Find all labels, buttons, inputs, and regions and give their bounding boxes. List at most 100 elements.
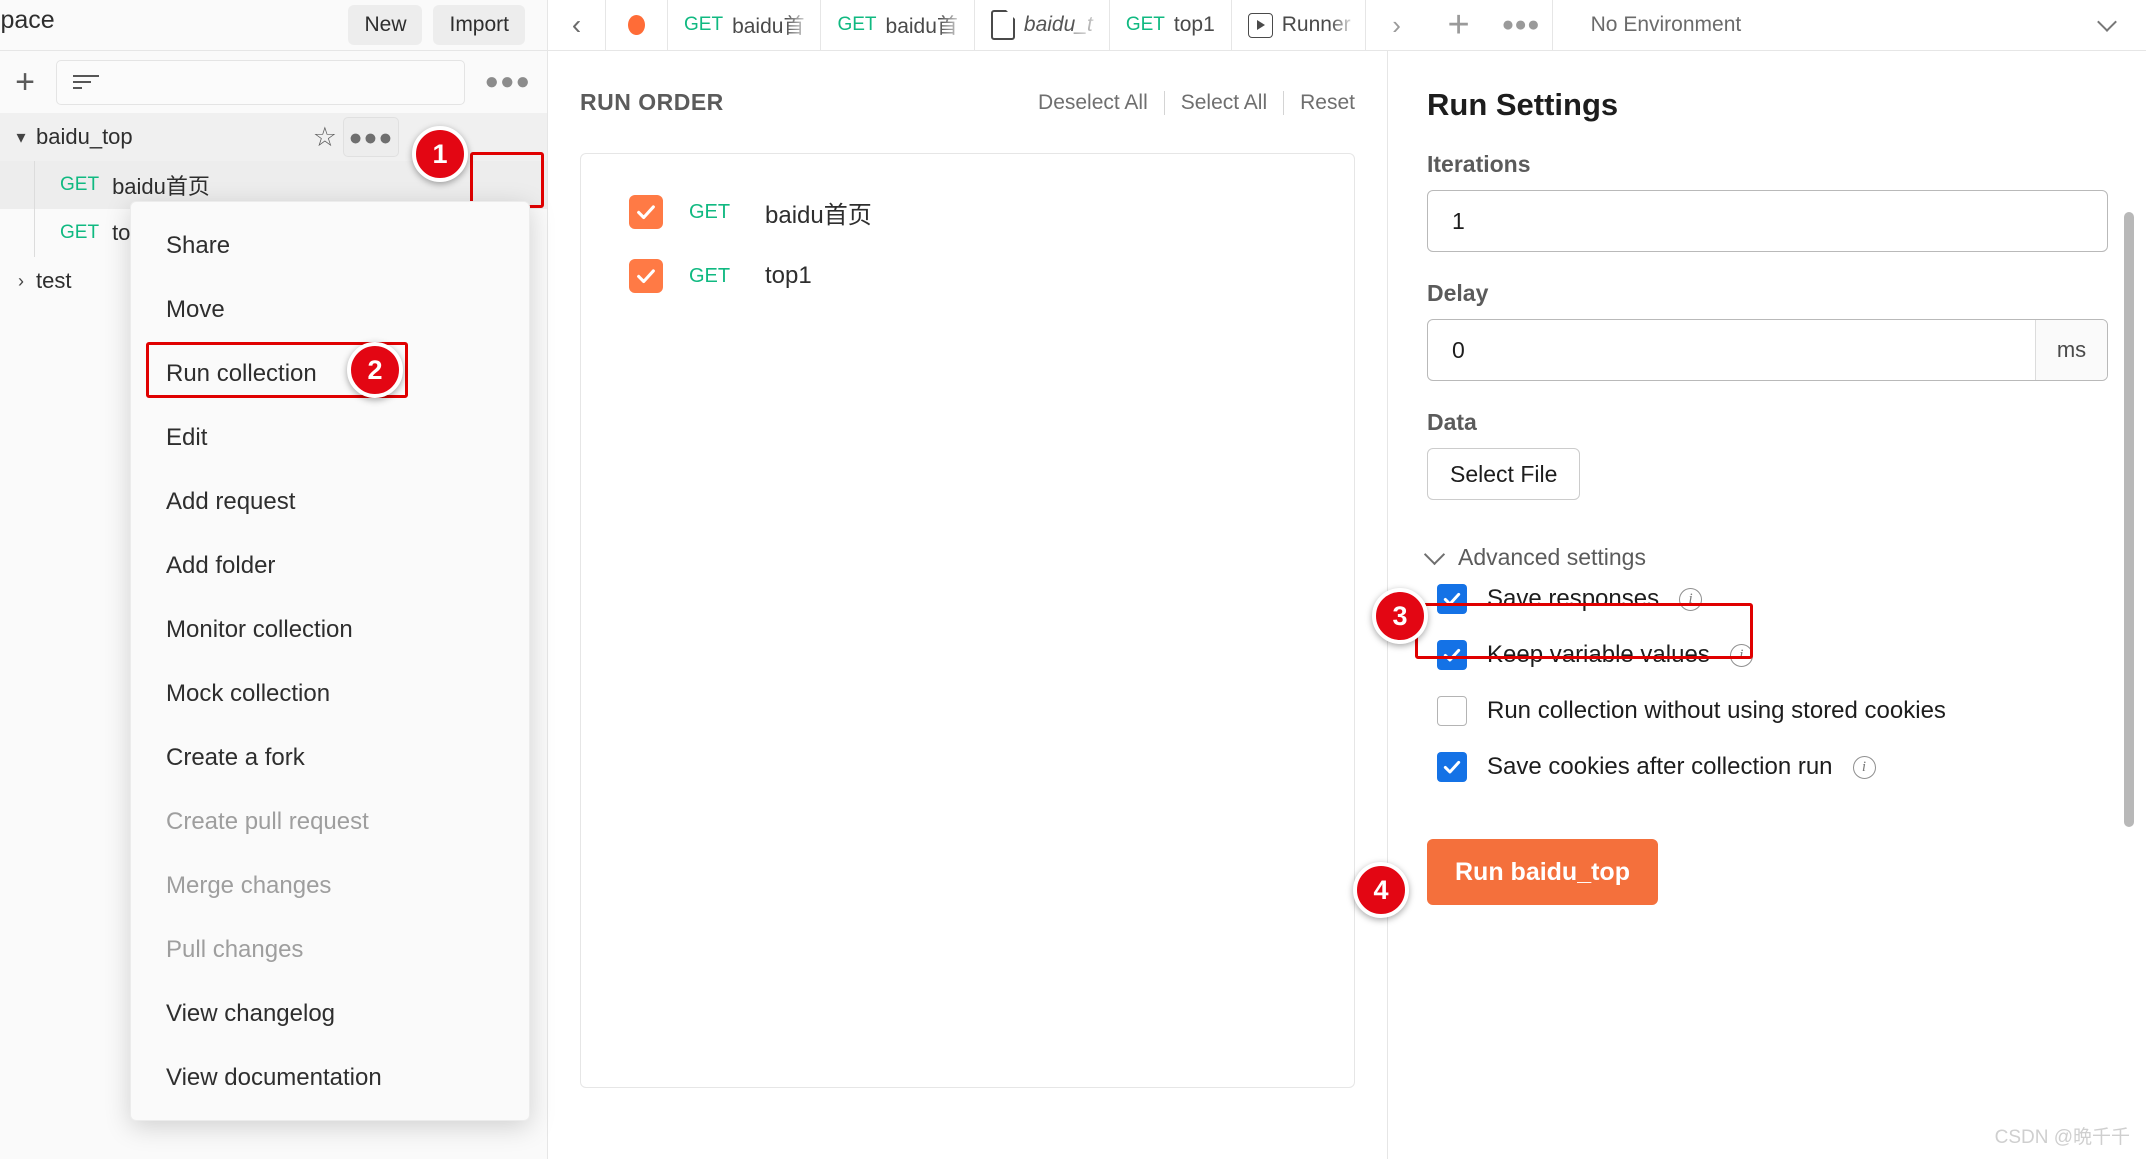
option-label: Save responses [1487,585,1660,612]
menu-item-mock-collection[interactable]: Mock collection [131,662,529,726]
delay-value: 0 [1452,336,1465,363]
option-keep-variable-values[interactable]: Keep variable values i [1427,627,2108,683]
step-badge-3: 3 [1372,588,1428,644]
menu-item-view-changelog[interactable]: View changelog [131,982,529,1046]
run-order-header: RUN ORDER Deselect All Select All Reset [548,51,1387,116]
menu-item-edit[interactable]: Edit [131,406,529,470]
tab-bar: ‹ GET baidu首 GET baidu首 baidu_t GET top1 [548,0,2146,51]
menu-item-merge-changes: Merge changes [166,872,332,899]
filter-input[interactable] [56,59,465,105]
option-label: Save cookies after collection run [1487,753,1833,780]
sidebar-filter-bar: + ●●● [0,51,547,113]
tab-top1[interactable]: GET top1 [1110,0,1232,50]
checkbox-checked-icon[interactable] [629,195,663,229]
advanced-settings-toggle[interactable]: Advanced settings [1423,543,2108,571]
tab-label: Runner [1281,13,1351,36]
star-icon[interactable]: ☆ [313,123,337,151]
chevron-down-icon[interactable]: ▾ [6,127,36,148]
tab-runner[interactable]: Runner [1232,0,1366,50]
delay-label: Delay [1427,280,1489,306]
select-file-button[interactable]: Select File [1427,448,1581,500]
checkbox-unchecked-icon[interactable] [1437,696,1467,726]
advanced-settings-label: Advanced settings [1458,544,1646,570]
info-icon[interactable]: i [1679,587,1703,611]
iterations-label: Iterations [1427,151,1531,177]
sidebar-item-label: baidu_top [36,124,133,149]
tab-bar-actions: › + ●●● [1366,0,1553,50]
checkbox-checked-icon[interactable] [1437,752,1467,782]
run-order-item[interactable]: GET top1 [581,244,1354,308]
option-run-without-stored-cookies[interactable]: Run collection without using stored cook… [1427,683,2108,739]
iterations-input[interactable]: 1 [1427,190,2108,252]
new-button[interactable]: New [348,5,423,45]
sidebar-item-label: test [36,268,72,293]
menu-item-pull-changes: Pull changes [166,936,304,963]
request-name-label: top1 [765,262,812,289]
run-order-item[interactable]: GET baidu首页 [581,180,1354,244]
info-icon[interactable]: i [1729,643,1753,667]
tree-indent-line [34,209,35,257]
menu-item-add-folder[interactable]: Add folder [131,534,529,598]
info-icon[interactable]: i [1852,755,1876,779]
tab-baidu-top-collection[interactable]: baidu_t [975,0,1110,50]
tab-label: baidu首 [885,15,958,38]
delay-input[interactable]: 0 ms [1427,319,2108,381]
http-method-label: GET [837,14,877,35]
collection-context-menu: Share Move Run collection Edit Add reque… [130,201,530,1121]
file-icon [990,10,1015,40]
menu-item-share[interactable]: Share [131,214,529,278]
iterations-value: 1 [1452,207,1465,234]
workspace-title: space [0,6,55,34]
divider [1283,90,1285,115]
http-method-label: GET [684,14,724,35]
new-tab-plus-icon[interactable]: + [1428,0,1490,51]
option-label: Run collection without using stored cook… [1487,697,1946,724]
menu-item-add-request[interactable]: Add request [131,470,529,534]
step-badge-2: 2 [347,342,403,398]
run-order-actions: Deselect All Select All Reset [1038,90,1355,115]
checkbox-checked-icon[interactable] [1437,584,1467,614]
request-name-label: baidu首页 [765,201,872,229]
run-order-heading: RUN ORDER [580,89,724,115]
data-label: Data [1427,409,1477,435]
tab-baidu-home-2[interactable]: GET baidu首 [821,0,975,50]
option-save-cookies-after-run[interactable]: Save cookies after collection run i [1427,739,2108,795]
plus-icon[interactable]: + [8,65,42,99]
checkbox-checked-icon[interactable] [1437,640,1467,670]
reset-button[interactable]: Reset [1300,91,1355,115]
checkbox-checked-icon[interactable] [629,259,663,293]
sidebar-item-label: baidu首页 [112,174,210,199]
select-all-button[interactable]: Select All [1181,91,1267,115]
sidebar-more-icon[interactable]: ●●● [479,68,532,96]
run-settings-panel: Run Settings Iterations 1 Delay 0 ms Dat… [1389,51,2146,1159]
menu-item-create-pull-request: Create pull request [166,808,369,835]
menu-item-view-documentation[interactable]: View documentation [131,1046,529,1110]
context-menu-scrollbar[interactable] [2124,212,2134,827]
row-controls: ☆ ●●● [313,117,399,157]
menu-item-move[interactable]: Move [131,278,529,342]
sidebar-header: space New Import [0,0,547,51]
chevron-left-icon[interactable]: ‹ [548,0,606,50]
environment-selector[interactable]: No Environment [1553,0,2146,50]
http-method-label: GET [689,200,731,223]
chevron-right-icon[interactable]: › [6,271,36,292]
tab-unsaved[interactable] [606,0,668,50]
tab-baidu-home-1[interactable]: GET baidu首 [668,0,822,50]
import-button[interactable]: Import [433,5,525,45]
menu-item-monitor-collection[interactable]: Monitor collection [131,598,529,662]
run-order-panel: RUN ORDER Deselect All Select All Reset … [548,51,1388,1159]
tab-label: baidu_t [1023,13,1093,36]
option-label: Keep variable values [1487,641,1710,668]
tab-more-icon[interactable]: ●●● [1490,0,1552,51]
unsaved-dot-icon [628,15,645,35]
tab-list: GET baidu首 GET baidu首 baidu_t GET top1 R… [606,0,1366,50]
deselect-all-button[interactable]: Deselect All [1038,91,1148,115]
collection-more-button[interactable]: ●●● [343,117,399,157]
run-settings-title: Run Settings [1427,87,1619,122]
tab-label: baidu首 [732,15,805,38]
option-save-responses[interactable]: Save responses i [1427,571,2108,627]
chevron-right-icon[interactable]: › [1366,0,1428,51]
menu-item-create-a-fork[interactable]: Create a fork [131,726,529,790]
run-collection-button[interactable]: Run baidu_top [1427,839,1658,905]
chevron-down-icon [2097,11,2117,32]
